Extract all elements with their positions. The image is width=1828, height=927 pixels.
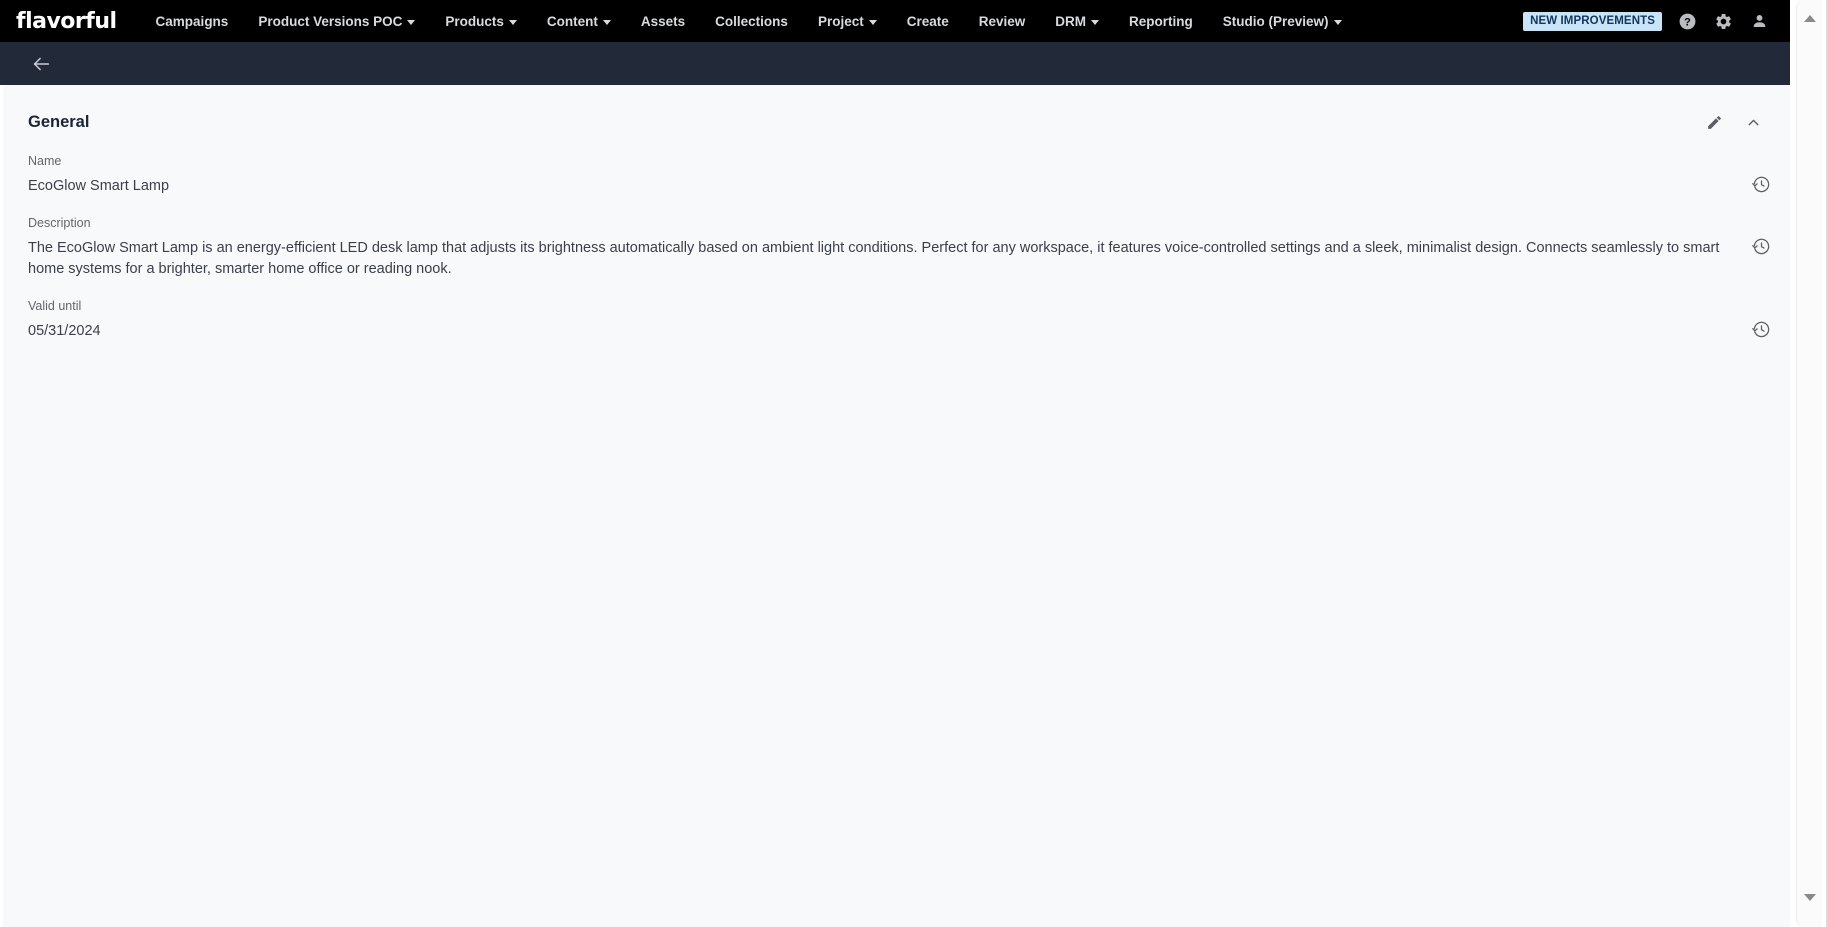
- nav-item-create[interactable]: Create: [892, 0, 964, 42]
- field-value: The EcoGlow Smart Lamp is an energy-effi…: [28, 238, 1723, 280]
- history-clock-icon[interactable]: [1750, 173, 1772, 195]
- pencil-icon[interactable]: [1706, 114, 1723, 131]
- user-icon[interactable]: [1748, 10, 1770, 32]
- nav-item-reporting[interactable]: Reporting: [1114, 0, 1208, 42]
- nav-item-label: Products: [445, 14, 504, 29]
- scroll-up-arrow-icon[interactable]: [1802, 10, 1818, 26]
- chevron-down-icon: [1091, 20, 1099, 25]
- nav-item-products[interactable]: Products: [430, 0, 532, 42]
- top-nav-right-actions: NEW IMPROVEMENTS ?: [1523, 10, 1790, 32]
- nav-item-product-versions-poc[interactable]: Product Versions POC: [243, 0, 430, 42]
- field-label: Valid until: [28, 299, 1762, 313]
- nav-item-label: Assets: [641, 14, 685, 29]
- history-clock-icon[interactable]: [1750, 235, 1772, 257]
- field-label: Description: [28, 216, 1762, 230]
- field-valid-until: Valid until 05/31/2024: [3, 299, 1790, 342]
- chevron-down-icon: [407, 20, 415, 25]
- scrollbar-track[interactable]: [1796, 0, 1822, 927]
- nav-item-studio-preview[interactable]: Studio (Preview): [1208, 0, 1357, 42]
- nav-item-project[interactable]: Project: [803, 0, 892, 42]
- app-logo[interactable]: flavorful: [16, 9, 117, 34]
- nav-item-content[interactable]: Content: [532, 0, 626, 42]
- field-label: Name: [28, 154, 1762, 168]
- new-improvements-badge[interactable]: NEW IMPROVEMENTS: [1523, 12, 1662, 31]
- gear-icon[interactable]: [1712, 10, 1734, 32]
- arrow-left-icon[interactable]: [28, 51, 54, 77]
- chevron-down-icon: [509, 20, 517, 25]
- scroll-down-arrow-icon[interactable]: [1802, 889, 1818, 905]
- nav-item-assets[interactable]: Assets: [626, 0, 700, 42]
- nav-item-review[interactable]: Review: [964, 0, 1041, 42]
- main-nav-items: Campaigns Product Versions POC Products …: [141, 0, 1357, 42]
- history-clock-icon[interactable]: [1750, 318, 1772, 340]
- help-circle-icon[interactable]: ?: [1676, 10, 1698, 32]
- chevron-up-icon[interactable]: [1745, 114, 1762, 131]
- nav-item-label: Create: [907, 14, 949, 29]
- chevron-down-icon: [1334, 20, 1342, 25]
- nav-item-label: Project: [818, 14, 864, 29]
- nav-item-label: Reporting: [1129, 14, 1193, 29]
- nav-item-label: Campaigns: [156, 14, 229, 29]
- secondary-toolbar: [0, 42, 1790, 85]
- nav-item-collections[interactable]: Collections: [700, 0, 803, 42]
- page-scrollbar[interactable]: [1790, 0, 1828, 927]
- top-navigation-bar: flavorful Campaigns Product Versions POC…: [0, 0, 1790, 42]
- field-value: EcoGlow Smart Lamp: [28, 176, 1723, 197]
- field-name: Name EcoGlow Smart Lamp: [3, 154, 1790, 197]
- chevron-down-icon: [603, 20, 611, 25]
- general-panel-header: General: [3, 85, 1790, 132]
- nav-item-label: Collections: [715, 14, 788, 29]
- nav-item-drm[interactable]: DRM: [1040, 0, 1114, 42]
- svg-text:?: ?: [1684, 16, 1691, 28]
- page-title: General: [28, 113, 89, 132]
- nav-item-label: Content: [547, 14, 598, 29]
- chevron-down-icon: [869, 20, 877, 25]
- nav-item-campaigns[interactable]: Campaigns: [141, 0, 244, 42]
- field-value: 05/31/2024: [28, 321, 1723, 342]
- nav-item-label: Studio (Preview): [1223, 14, 1329, 29]
- nav-item-label: DRM: [1055, 14, 1086, 29]
- general-panel-actions: [1706, 114, 1762, 131]
- nav-item-label: Product Versions POC: [258, 14, 402, 29]
- field-description: Description The EcoGlow Smart Lamp is an…: [3, 216, 1790, 280]
- nav-item-label: Review: [979, 14, 1026, 29]
- general-panel: General Name EcoGlow Smart Lamp: [3, 85, 1790, 342]
- content-area: General Name EcoGlow Smart Lamp: [0, 85, 1790, 927]
